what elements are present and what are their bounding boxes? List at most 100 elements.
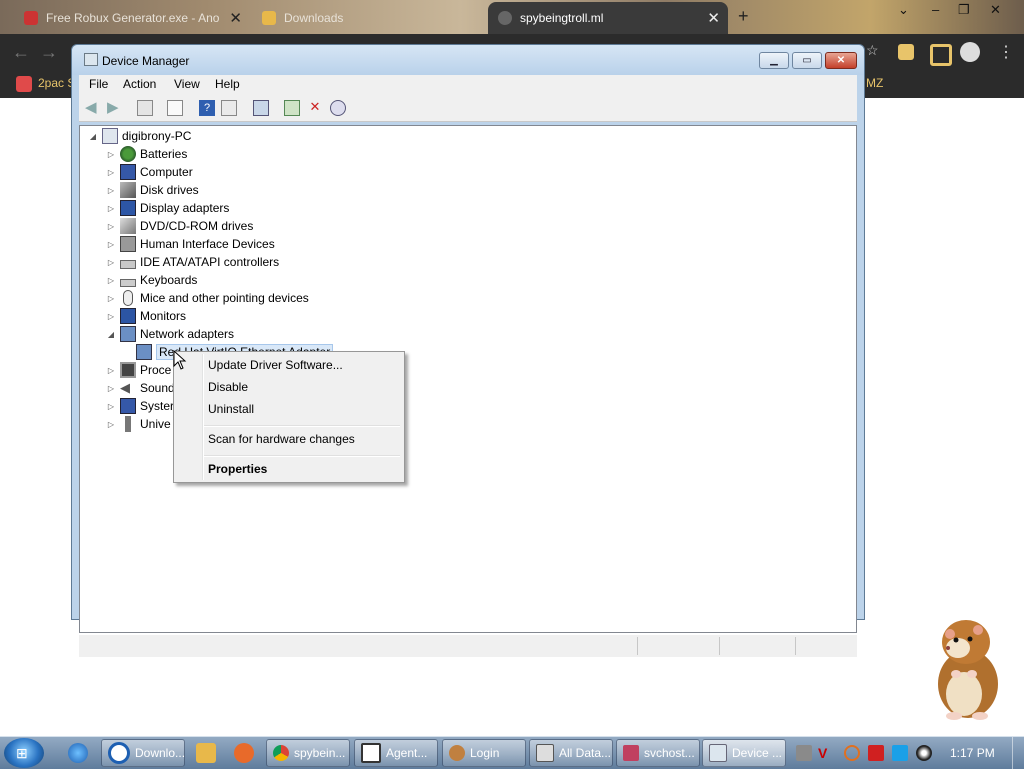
properties-icon[interactable] xyxy=(167,100,183,116)
taskbar-button-svchost[interactable]: svchost... xyxy=(616,739,700,767)
taskbar-button-agent[interactable]: Agent... xyxy=(354,739,438,767)
bookmark-item[interactable]: 2pac S xyxy=(38,76,75,90)
minimize-button[interactable]: ▁ xyxy=(759,52,789,69)
expand-icon[interactable]: ▷ xyxy=(106,150,116,159)
menu-scan-hardware[interactable]: Scan for hardware changes xyxy=(208,432,355,446)
back-arrow-icon[interactable]: ◀ xyxy=(85,98,101,116)
scan-hardware-icon[interactable] xyxy=(253,100,269,116)
expand-icon[interactable]: ▷ xyxy=(106,276,116,285)
tree-item-monitors[interactable]: ▷ Monitors xyxy=(106,307,186,325)
expand-icon[interactable]: ▷ xyxy=(106,222,116,231)
tree-item-batteries[interactable]: ▷ Batteries xyxy=(106,145,187,163)
tray-v-icon[interactable]: V xyxy=(818,745,834,761)
tree-item-keyboards[interactable]: ▷ Keyboards xyxy=(106,271,197,289)
tree-item-display-adapters[interactable]: ▷ Display adapters xyxy=(106,199,229,217)
tree-item-disk-drives[interactable]: ▷ Disk drives xyxy=(106,181,199,199)
view-icon[interactable] xyxy=(221,100,237,116)
tray-search-icon[interactable] xyxy=(844,745,860,761)
clock[interactable]: 1:17 PM xyxy=(950,746,995,760)
expand-icon[interactable]: ▷ xyxy=(106,294,116,303)
close-tab-icon[interactable]: ✕ xyxy=(229,9,242,27)
taskbar-button-device-manager[interactable]: Device ... xyxy=(702,739,786,767)
uninstall-icon[interactable]: ✕ xyxy=(307,100,323,116)
expand-icon[interactable]: ▷ xyxy=(106,420,116,429)
chevron-down-icon[interactable]: ⌄ xyxy=(898,2,909,18)
start-button[interactable]: ⊞ xyxy=(4,738,44,768)
tree-item-dvd-drives[interactable]: ▷ DVD/CD-ROM drives xyxy=(106,217,253,235)
menu-disable[interactable]: Disable xyxy=(208,380,248,394)
maximize-icon[interactable]: ❐ xyxy=(958,2,970,18)
tray-flag-icon[interactable] xyxy=(868,745,884,761)
taskbar-button-all-data[interactable]: All Data... xyxy=(529,739,613,767)
tree-item-processors[interactable]: ▷ Proce xyxy=(106,361,171,379)
disable-icon[interactable] xyxy=(330,100,346,116)
ie-icon[interactable] xyxy=(68,743,88,763)
taskbar-button-downloads[interactable]: Downlo... xyxy=(101,739,185,767)
show-desktop-button[interactable] xyxy=(1012,737,1024,769)
taskbar-button-spybeingtroll[interactable]: spybein... xyxy=(266,739,350,767)
back-icon[interactable]: ← xyxy=(12,42,30,63)
tree-root[interactable]: ◢ digibrony-PC xyxy=(88,127,191,145)
forward-icon[interactable]: → xyxy=(40,42,58,63)
expand-icon[interactable]: ▷ xyxy=(106,402,116,411)
extensions-icon[interactable] xyxy=(898,44,914,60)
tray-volume-icon[interactable] xyxy=(916,745,932,761)
tray-display-icon[interactable] xyxy=(892,745,908,761)
toolbar: ◀ ▶ ? ✕ xyxy=(79,95,857,122)
tree-item-sound[interactable]: ▷ ◀ Sound xyxy=(106,379,175,397)
expand-icon[interactable]: ▷ xyxy=(106,312,116,321)
media-player-icon[interactable] xyxy=(196,743,216,763)
close-button[interactable]: ✕ xyxy=(825,52,857,69)
expand-icon[interactable]: ▷ xyxy=(106,186,116,195)
menu-uninstall[interactable]: Uninstall xyxy=(208,402,254,416)
star-icon[interactable]: ☆ xyxy=(866,42,882,58)
new-tab-icon[interactable]: + xyxy=(738,6,749,27)
sound-icon: ◀ xyxy=(120,380,130,395)
tree-item-computer[interactable]: ▷ Computer xyxy=(106,163,193,181)
expand-icon[interactable]: ▷ xyxy=(106,168,116,177)
menu-action[interactable]: Action xyxy=(123,77,156,91)
expand-icon[interactable]: ▷ xyxy=(106,258,116,267)
expand-icon[interactable]: ▷ xyxy=(106,204,116,213)
menu-update-driver[interactable]: Update Driver Software... xyxy=(208,358,343,372)
maximize-button[interactable]: ▭ xyxy=(792,52,822,69)
title-bar[interactable]: Device Manager ▁ ▭ ✕ xyxy=(72,45,864,75)
paint-icon[interactable] xyxy=(234,743,254,763)
show-hide-console-tree-icon[interactable] xyxy=(137,100,153,116)
tab-spybeingtroll[interactable]: spybeingtroll.ml ✕ xyxy=(488,2,728,34)
update-driver-icon[interactable] xyxy=(284,100,300,116)
menu-properties[interactable]: Properties xyxy=(208,462,267,476)
menu-file[interactable]: File xyxy=(89,77,108,91)
collapse-icon[interactable]: ◢ xyxy=(88,132,98,141)
tree-item-hid[interactable]: ▷ Human Interface Devices xyxy=(106,235,275,253)
help-icon[interactable]: ? xyxy=(199,100,215,116)
dvd-drive-icon xyxy=(120,218,136,234)
mouse-cursor-icon xyxy=(173,350,187,370)
tab-robux-generator[interactable]: Free Robux Generator.exe - Ano ✕ xyxy=(14,2,250,34)
more-menu-icon[interactable]: ⋮ xyxy=(998,42,1014,62)
collapse-icon[interactable]: ◢ xyxy=(106,330,116,339)
tree-item-system[interactable]: ▷ Syster xyxy=(106,397,174,415)
menu-help[interactable]: Help xyxy=(215,77,240,91)
tab-favicon-icon xyxy=(24,11,38,25)
taskbar-button-login[interactable]: Login xyxy=(442,739,526,767)
tree-item-network-adapters[interactable]: ◢ Network adapters xyxy=(106,325,234,343)
tree-item-mice[interactable]: ▷ Mice and other pointing devices xyxy=(106,289,309,307)
close-window-icon[interactable]: ✕ xyxy=(990,2,1001,18)
tree-item-ide-controllers[interactable]: ▷ IDE ATA/ATAPI controllers xyxy=(106,253,279,271)
expand-icon[interactable]: ▷ xyxy=(106,240,116,249)
menu-view[interactable]: View xyxy=(174,77,200,91)
agent-icon xyxy=(361,743,381,763)
forward-arrow-icon[interactable]: ▶ xyxy=(107,98,123,116)
hid-icon xyxy=(120,236,136,252)
bookmark-item[interactable]: MZ xyxy=(866,76,883,90)
tray-network-icon[interactable] xyxy=(796,745,812,761)
expand-icon[interactable]: ▷ xyxy=(106,366,116,375)
profile-avatar-icon[interactable] xyxy=(960,42,980,62)
minimize-icon[interactable]: – xyxy=(932,2,939,17)
tree-item-usb[interactable]: ▷ Unive xyxy=(106,415,171,433)
tab-downloads[interactable]: Downloads xyxy=(252,2,488,34)
side-panel-icon[interactable] xyxy=(930,44,952,66)
close-tab-icon[interactable]: ✕ xyxy=(707,9,720,27)
expand-icon[interactable]: ▷ xyxy=(106,384,116,393)
